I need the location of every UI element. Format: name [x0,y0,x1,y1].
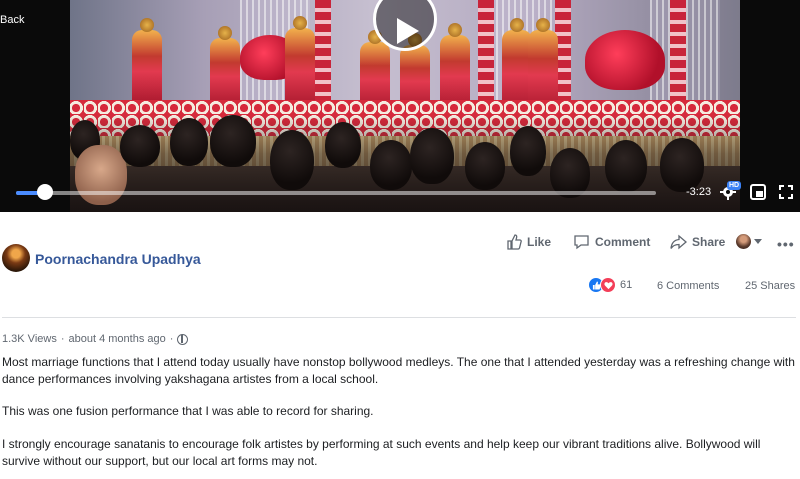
author-name-link[interactable]: Poornachandra Upadhya [35,251,201,267]
shares-count-link[interactable]: 25 Shares [745,280,795,292]
comment-button[interactable]: Comment [573,234,650,250]
pillar-decoration [478,0,494,112]
audience-head [210,115,256,167]
fullscreen-icon[interactable] [779,185,793,199]
comment-bubble-icon [574,235,589,250]
like-thumb-icon [507,234,522,250]
pillar-decoration [315,0,331,112]
author-avatar[interactable] [2,244,30,272]
audience-head [170,118,208,166]
post-as-selector[interactable] [736,234,762,249]
share-label: Share [692,235,726,249]
post-meta: 1.3K Views · about 4 months ago · [2,333,189,345]
audience-head [370,140,412,190]
dancer [132,18,162,105]
chevron-down-icon [754,239,762,244]
more-dots-icon[interactable]: ••• [777,236,795,252]
audience-head [510,126,546,176]
pillar-decoration [670,0,686,112]
scrub-handle[interactable] [36,184,53,200]
back-button[interactable]: Back [0,14,24,26]
dancer [285,16,315,108]
picture-in-picture-icon[interactable] [750,184,766,200]
love-reaction-icon [600,277,616,293]
flower-decoration [585,30,665,90]
post-paragraph: Most marriage functions that I attend to… [2,355,795,386]
dancer [440,23,470,110]
comment-label: Comment [595,235,651,249]
comments-count-link[interactable]: 6 Comments [657,280,719,292]
dancer [210,26,240,108]
audience-face [75,145,127,205]
viewer-avatar [736,234,751,249]
reaction-count: 61 [620,279,633,291]
divider [2,317,796,318]
audience-head [270,130,314,190]
share-arrow-icon [670,234,687,250]
like-label: Like [527,235,552,249]
share-button[interactable]: Share [670,234,725,250]
video-progress-bar[interactable] [16,191,656,195]
like-button[interactable]: Like [506,234,551,250]
globe-icon[interactable] [177,333,189,345]
audience-head [120,125,160,167]
audience-head [660,138,704,192]
audience-head [605,140,647,192]
audience-head [465,142,505,190]
reactions-summary[interactable]: 61 [588,277,632,293]
time-remaining: -3:23 [686,186,712,198]
meta-separator: · [60,333,65,345]
audience-head [325,122,361,168]
post-timestamp[interactable]: about 4 months ago [69,333,166,345]
video-player[interactable]: Back -3:23 HD [0,0,800,212]
view-count: 1.3K Views [2,333,57,345]
post-paragraph: I strongly encourage sanatanis to encour… [2,437,761,468]
play-icon [397,18,419,44]
hd-badge: HD [727,181,742,190]
audience-head [410,128,454,184]
meta-separator: · [169,333,174,345]
post-paragraph: This was one fusion performance that I w… [2,404,374,418]
